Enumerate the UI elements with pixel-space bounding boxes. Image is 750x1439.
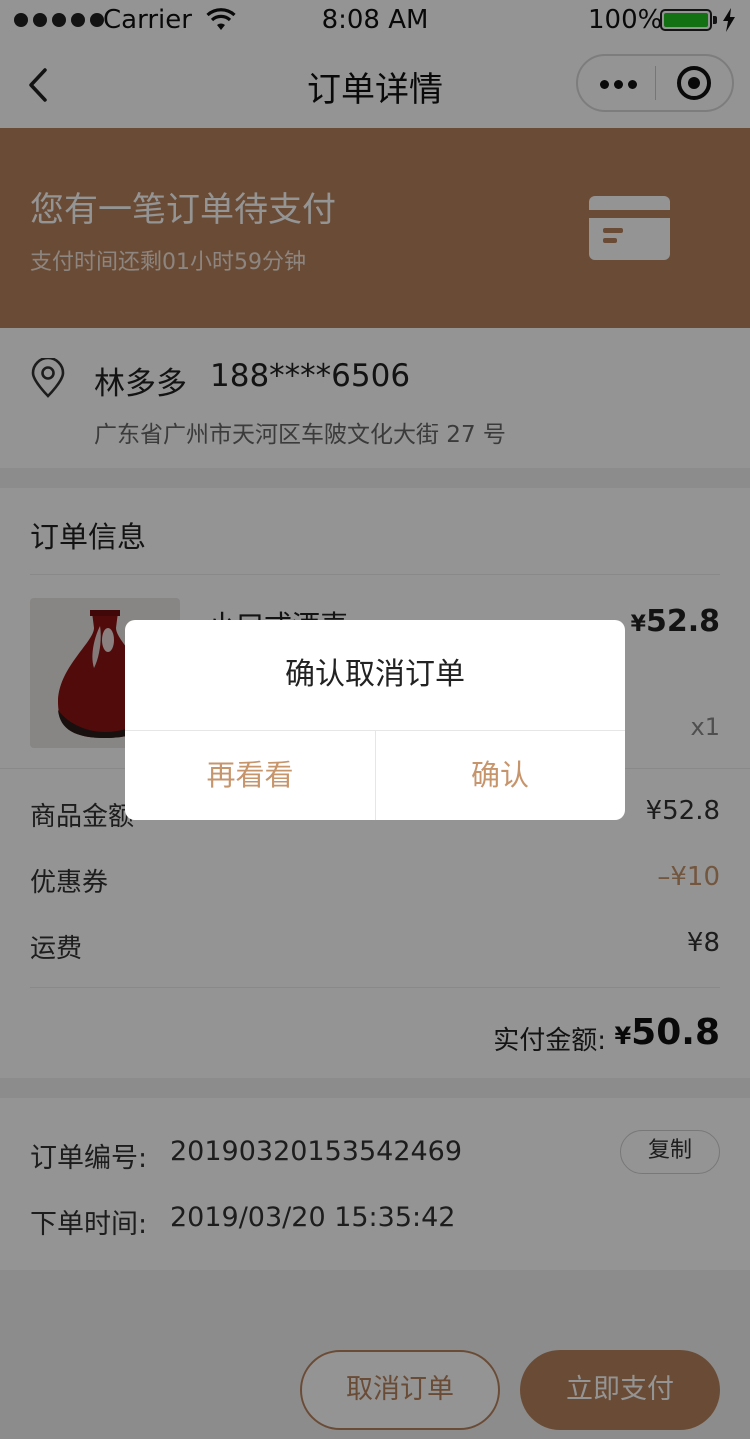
dialog-title: 确认取消订单 [285,657,465,692]
dialog-confirm-button[interactable]: 确认 [375,730,625,820]
confirm-cancel-dialog: 确认取消订单 再看看 确认 [125,620,625,820]
dialog-dismiss-button[interactable]: 再看看 [125,730,375,820]
